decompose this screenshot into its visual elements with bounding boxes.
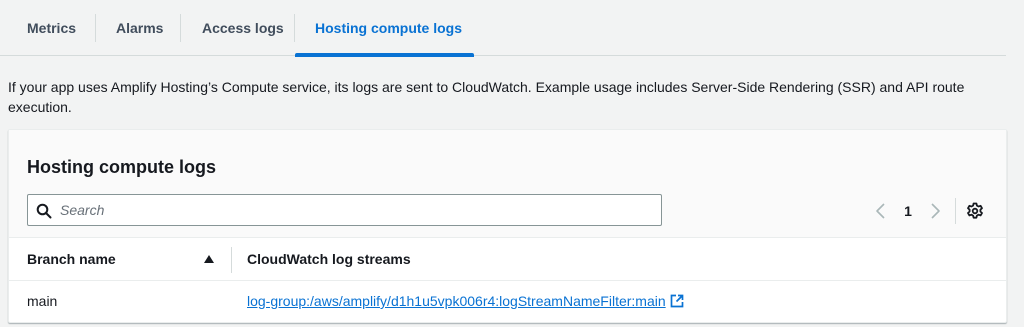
panel-header: Hosting compute logs 1: [9, 130, 1006, 238]
tab-hosting-compute-logs[interactable]: Hosting compute logs: [315, 0, 462, 56]
active-tab-indicator: [295, 53, 474, 57]
gear-icon[interactable]: [965, 201, 985, 221]
pagination-divider: [955, 198, 956, 224]
chevron-left-icon[interactable]: [871, 201, 891, 221]
sort-ascending-icon[interactable]: [204, 255, 214, 263]
column-header-branch-name[interactable]: Branch name: [27, 238, 116, 281]
tab-bar: Metrics Alarms Access logs Hosting compu…: [0, 0, 1006, 57]
external-link-icon[interactable]: [670, 294, 684, 308]
panel-title: Hosting compute logs: [27, 157, 216, 177]
hosting-compute-logs-panel: Hosting compute logs 1 Branch name Cloud…: [8, 129, 1007, 323]
table-cell-log-stream: log-group:/aws/amplify/d1h1u5vpk006r4:lo…: [247, 281, 684, 321]
column-resizer[interactable]: [231, 247, 232, 273]
search-box[interactable]: [27, 194, 662, 226]
search-input[interactable]: [60, 195, 650, 225]
log-stream-link[interactable]: log-group:/aws/amplify/d1h1u5vpk006r4:lo…: [247, 293, 666, 309]
column-header-log-streams: CloudWatch log streams: [247, 251, 411, 267]
tab-divider: [294, 14, 295, 42]
chevron-right-icon[interactable]: [925, 201, 945, 221]
search-icon: [36, 203, 52, 219]
tab-metrics[interactable]: Metrics: [27, 0, 76, 56]
tab-access-logs[interactable]: Access logs: [202, 0, 284, 56]
tab-divider: [180, 14, 181, 42]
table-cell-branch: main: [27, 293, 58, 309]
pagination-current-page[interactable]: 1: [900, 201, 916, 221]
description-text: If your app uses Amplify Hosting’s Compu…: [8, 79, 965, 115]
tab-alarms[interactable]: Alarms: [116, 0, 163, 56]
tab-divider: [95, 14, 96, 42]
